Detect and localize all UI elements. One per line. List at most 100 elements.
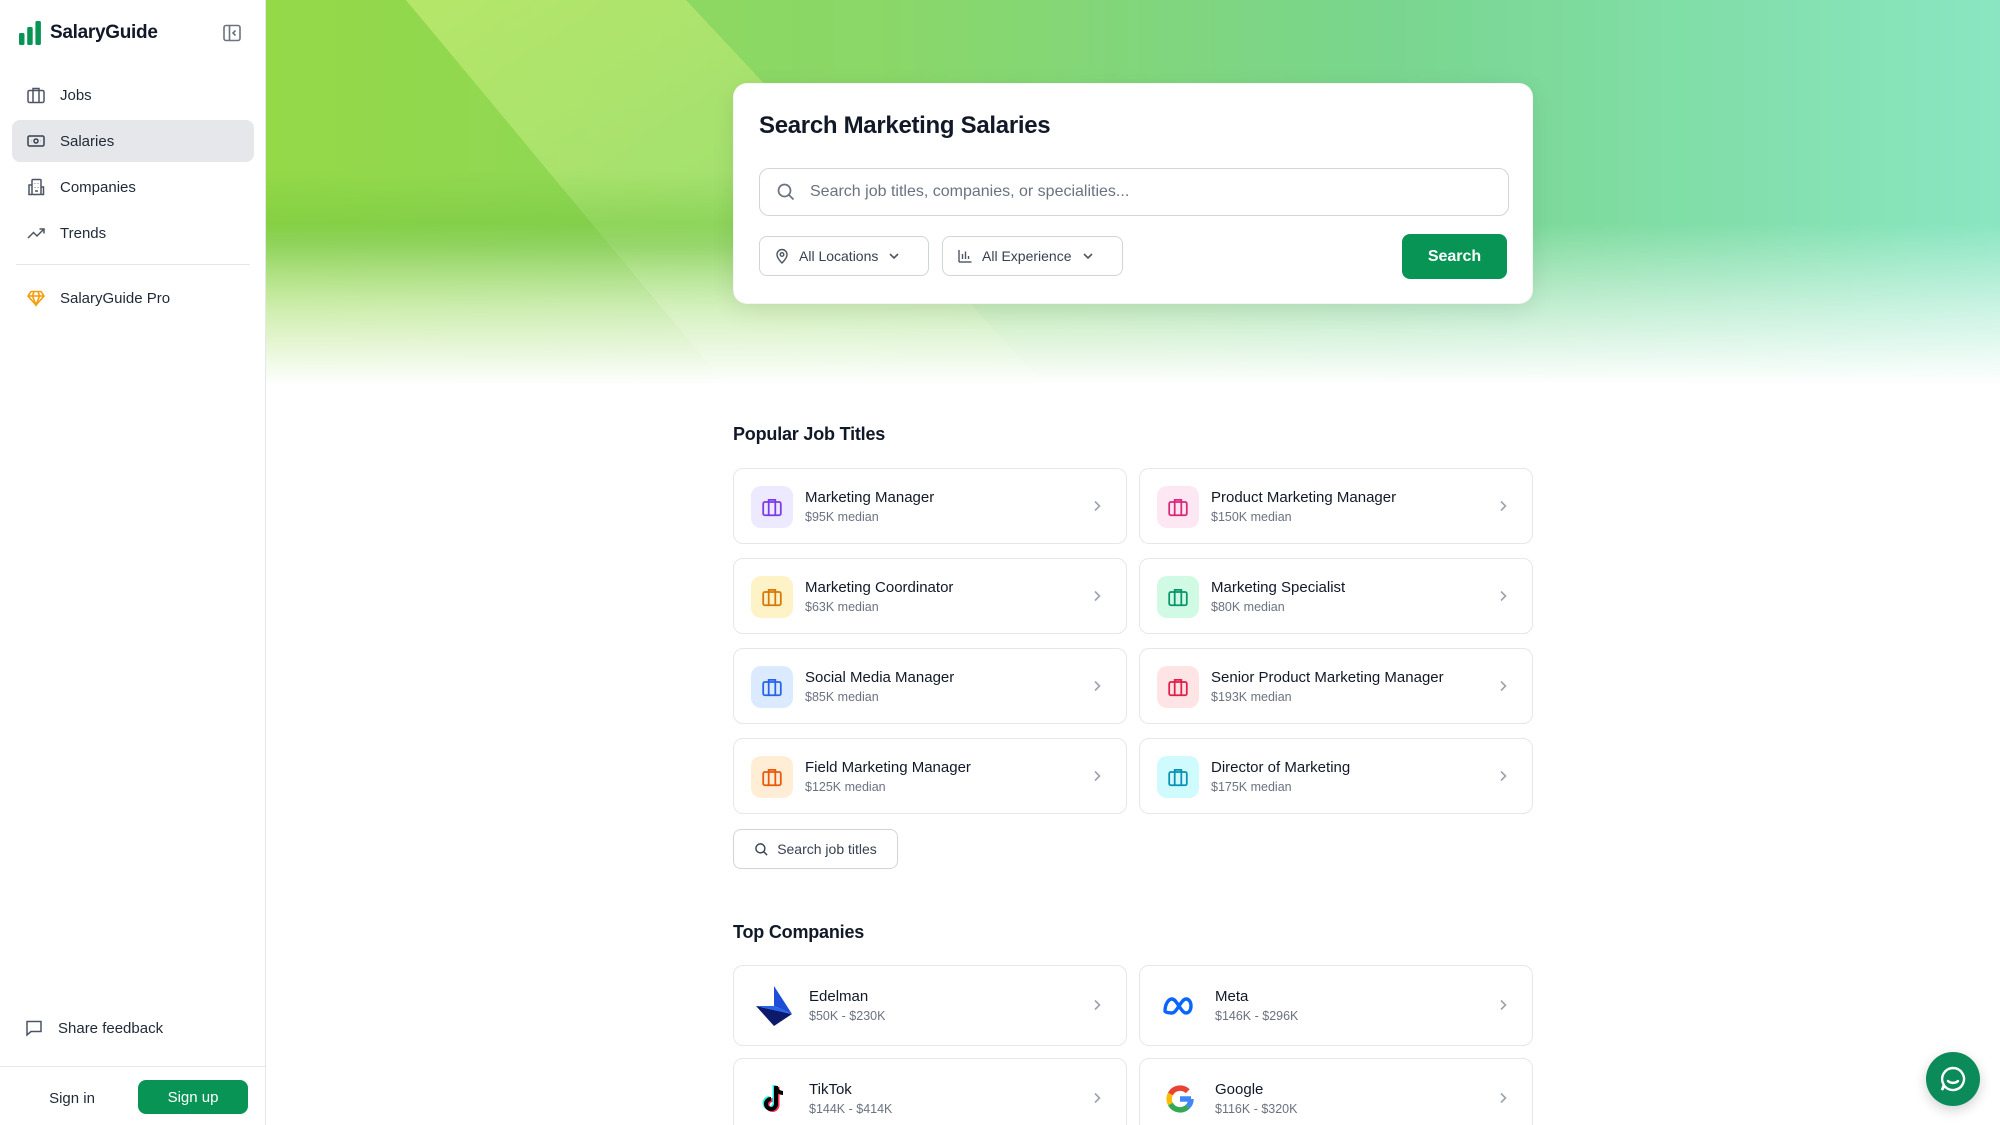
nav-divider [16, 264, 250, 265]
company-card-edelman[interactable]: Edelman $50K - $230K [733, 965, 1127, 1046]
sidebar-item-label: Trends [60, 224, 107, 242]
job-title-card[interactable]: Senior Product Marketing Manager $193K me… [1139, 648, 1533, 724]
job-icon-tile [751, 576, 793, 618]
search-icon [777, 183, 795, 201]
gem-icon [26, 290, 46, 308]
job-icon-tile [751, 486, 793, 528]
briefcase-icon [1168, 768, 1188, 787]
job-median-salary: $85K median [805, 690, 879, 704]
chevron-right-icon [1094, 500, 1101, 512]
sidebar-item-companies[interactable]: Companies [12, 166, 254, 208]
sidebar-item-trends[interactable]: Trends [12, 212, 254, 254]
experience-filter-label: All Experience [982, 248, 1072, 264]
job-icon-tile [751, 756, 793, 798]
search-card: Search Marketing Salaries All Locations … [733, 83, 1533, 304]
company-name: Edelman [809, 988, 869, 1005]
briefcase-icon [762, 768, 782, 787]
job-title: Marketing Coordinator [805, 579, 954, 596]
job-median-salary: $80K median [1211, 600, 1285, 614]
search-icon [755, 842, 768, 856]
brand-name: SalaryGuide [50, 22, 158, 43]
bar-chart-icon [958, 250, 972, 263]
experience-filter-dropdown[interactable]: All Experience [942, 236, 1123, 276]
job-median-salary: $125K median [805, 780, 886, 794]
building-icon [28, 178, 45, 196]
chevron-right-icon [1500, 1092, 1507, 1104]
brand[interactable]: SalaryGuide [18, 20, 158, 46]
job-median-salary: $175K median [1211, 780, 1292, 794]
job-title-card[interactable]: Product Marketing Manager $150K median [1139, 468, 1533, 544]
search-job-titles-label: Search job titles [777, 841, 877, 857]
chevron-right-icon [1094, 999, 1101, 1011]
job-title: Marketing Specialist [1211, 579, 1346, 596]
chevron-right-icon [1094, 590, 1101, 602]
job-median-salary: $63K median [805, 600, 879, 614]
search-button[interactable]: Search [1402, 234, 1507, 279]
job-title-card[interactable]: Marketing Manager $95K median [733, 468, 1127, 544]
company-name: TikTok [809, 1081, 852, 1098]
briefcase-icon [762, 498, 782, 517]
company-card-meta[interactable]: Meta $146K - $296K [1139, 965, 1533, 1046]
job-title: Social Media Manager [805, 669, 955, 686]
company-card-google[interactable]: Google $116K - $320K [1139, 1058, 1533, 1125]
job-title-card[interactable]: Social Media Manager $85K median [733, 648, 1127, 724]
company-salary-range: $146K - $296K [1215, 1009, 1299, 1023]
briefcase-icon [1168, 678, 1188, 697]
sidebar-item-salaries[interactable]: Salaries [12, 120, 254, 162]
edelman-logo [752, 984, 796, 1028]
chevron-down-icon [889, 253, 899, 260]
share-feedback-label: Share feedback [58, 1019, 164, 1037]
tiktok-logo [752, 1077, 796, 1121]
briefcase-icon [1168, 588, 1188, 607]
company-salary-range: $144K - $414K [809, 1102, 893, 1116]
location-filter-dropdown[interactable]: All Locations [759, 236, 929, 276]
job-title-card[interactable]: Marketing Coordinator $63K median [733, 558, 1127, 634]
sidebar: SalaryGuide Jobs Salaries Companies Tren… [0, 0, 266, 1125]
chat-bubble-icon [1940, 1066, 1966, 1092]
location-filter-label: All Locations [799, 248, 879, 264]
trending-up-icon [27, 228, 45, 239]
sidebar-item-label: Companies [60, 178, 136, 196]
company-name: Google [1215, 1081, 1264, 1098]
job-icon-tile [1157, 756, 1199, 798]
job-title-card[interactable]: Marketing Specialist $80K median [1139, 558, 1533, 634]
message-square-icon [26, 1020, 42, 1037]
job-title-card[interactable]: Director of Marketing $175K median [1139, 738, 1533, 814]
sidebar-item-pro[interactable]: SalaryGuide Pro [12, 277, 254, 319]
share-feedback-button[interactable]: Share feedback [24, 1018, 163, 1038]
popular-jobs-heading: Popular Job Titles [733, 424, 886, 444]
chevron-right-icon [1500, 680, 1507, 692]
job-icon-tile [751, 666, 793, 708]
company-name: Meta [1215, 988, 1249, 1005]
sidebar-item-label: Salaries [60, 132, 115, 150]
chat-support-button[interactable] [1926, 1052, 1980, 1106]
briefcase-icon [762, 588, 782, 607]
sidebar-nav: Jobs Salaries Companies Trends SalaryGui… [12, 74, 254, 323]
search-job-titles-button[interactable]: Search job titles [733, 829, 898, 869]
sidebar-item-jobs[interactable]: Jobs [12, 74, 254, 116]
briefcase-icon [762, 678, 782, 697]
banknote-icon [27, 135, 45, 147]
chevron-down-icon [1082, 253, 1093, 260]
chevron-right-icon [1500, 590, 1507, 602]
briefcase-icon [1168, 498, 1188, 517]
sign-in-button[interactable]: Sign in [26, 1081, 118, 1115]
job-icon-tile [1157, 576, 1199, 618]
panel-left-icon [223, 24, 241, 42]
collapse-sidebar-button[interactable] [220, 22, 244, 44]
search-input[interactable] [810, 183, 1490, 201]
job-title: Field Marketing Manager [805, 759, 971, 776]
job-title-card[interactable]: Field Marketing Manager $125K median [733, 738, 1127, 814]
sign-up-button[interactable]: Sign up [138, 1080, 248, 1114]
map-pin-icon [776, 248, 788, 264]
auth-bar: Sign in Sign up [0, 1066, 266, 1125]
chevron-right-icon [1500, 999, 1507, 1011]
briefcase-icon [27, 87, 45, 104]
chevron-right-icon [1094, 680, 1101, 692]
chevron-right-icon [1094, 770, 1101, 782]
job-icon-tile [1157, 486, 1199, 528]
search-input-wrapper[interactable] [759, 168, 1509, 216]
meta-logo [1158, 984, 1202, 1028]
company-card-tiktok[interactable]: TikTok $144K - $414K [733, 1058, 1127, 1125]
job-title: Senior Product Marketing Manager [1211, 669, 1444, 686]
